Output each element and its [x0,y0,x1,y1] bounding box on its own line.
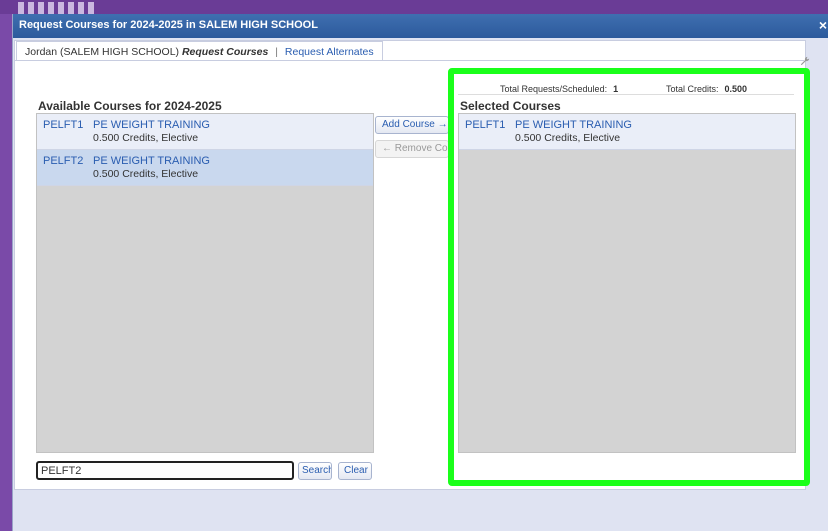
selected-courses-heading: Selected Courses [460,99,561,113]
course-code: PELFT2 [43,155,84,167]
close-icon[interactable]: × [819,17,827,33]
course-meta: 0.500 Credits, Elective [93,132,199,144]
list-item[interactable]: PELFT1 PE WEIGHT TRAINING 0.500 Credits,… [37,114,373,150]
course-code: PELFT1 [465,119,506,131]
student-name: Jordan (SALEM HIGH SCHOOL) [25,46,180,58]
total-credits: Total Credits: 0.500 [666,84,747,94]
add-course-button[interactable]: Add Course → [375,116,449,134]
course-code: PELFT1 [43,119,84,131]
tab-bar: Jordan (SALEM HIGH SCHOOL) Request Cours… [16,41,383,61]
total-requests-value: 1 [613,84,619,94]
tab-separator: | [275,46,278,58]
totals-divider [458,94,794,95]
selected-courses-list[interactable]: PELFT1 PE WEIGHT TRAINING 0.500 Credits,… [458,113,796,453]
list-item[interactable]: PELFT1 PE WEIGHT TRAINING 0.500 Credits,… [459,114,795,150]
clear-button[interactable]: Clear [338,462,372,480]
dialog-title: Request Courses for 2024-2025 in SALEM H… [19,19,318,31]
total-requests: Total Requests/Scheduled: 1 [500,84,618,94]
course-meta: 0.500 Credits, Elective [515,132,621,144]
course-name: PE WEIGHT TRAINING [515,119,632,131]
dialog-titlebar: Request Courses for 2024-2025 in SALEM H… [13,14,828,38]
course-name: PE WEIGHT TRAINING [93,155,210,167]
background-logo [18,2,98,14]
available-courses-heading: Available Courses for 2024-2025 [38,99,222,113]
total-credits-value: 0.500 [724,84,748,94]
remove-course-button[interactable]: ← Remove Course [375,140,449,158]
tab-request-alternates[interactable]: Request Alternates [285,46,374,58]
available-courses-list[interactable]: PELFT1 PE WEIGHT TRAINING 0.500 Credits,… [36,113,374,453]
tab-request-courses[interactable]: Request Courses [182,46,268,58]
search-input[interactable] [36,461,294,480]
background-app-header [0,0,828,14]
wrench-icon[interactable] [800,56,810,66]
search-button[interactable]: Search [298,462,332,480]
course-name: PE WEIGHT TRAINING [93,119,210,131]
tab-divider [14,60,804,61]
course-meta: 0.500 Credits, Elective [93,168,199,180]
total-credits-label: Total Credits: [666,84,719,94]
total-requests-label: Total Requests/Scheduled: [500,84,608,94]
list-item[interactable]: PELFT2 PE WEIGHT TRAINING 0.500 Credits,… [37,150,373,186]
